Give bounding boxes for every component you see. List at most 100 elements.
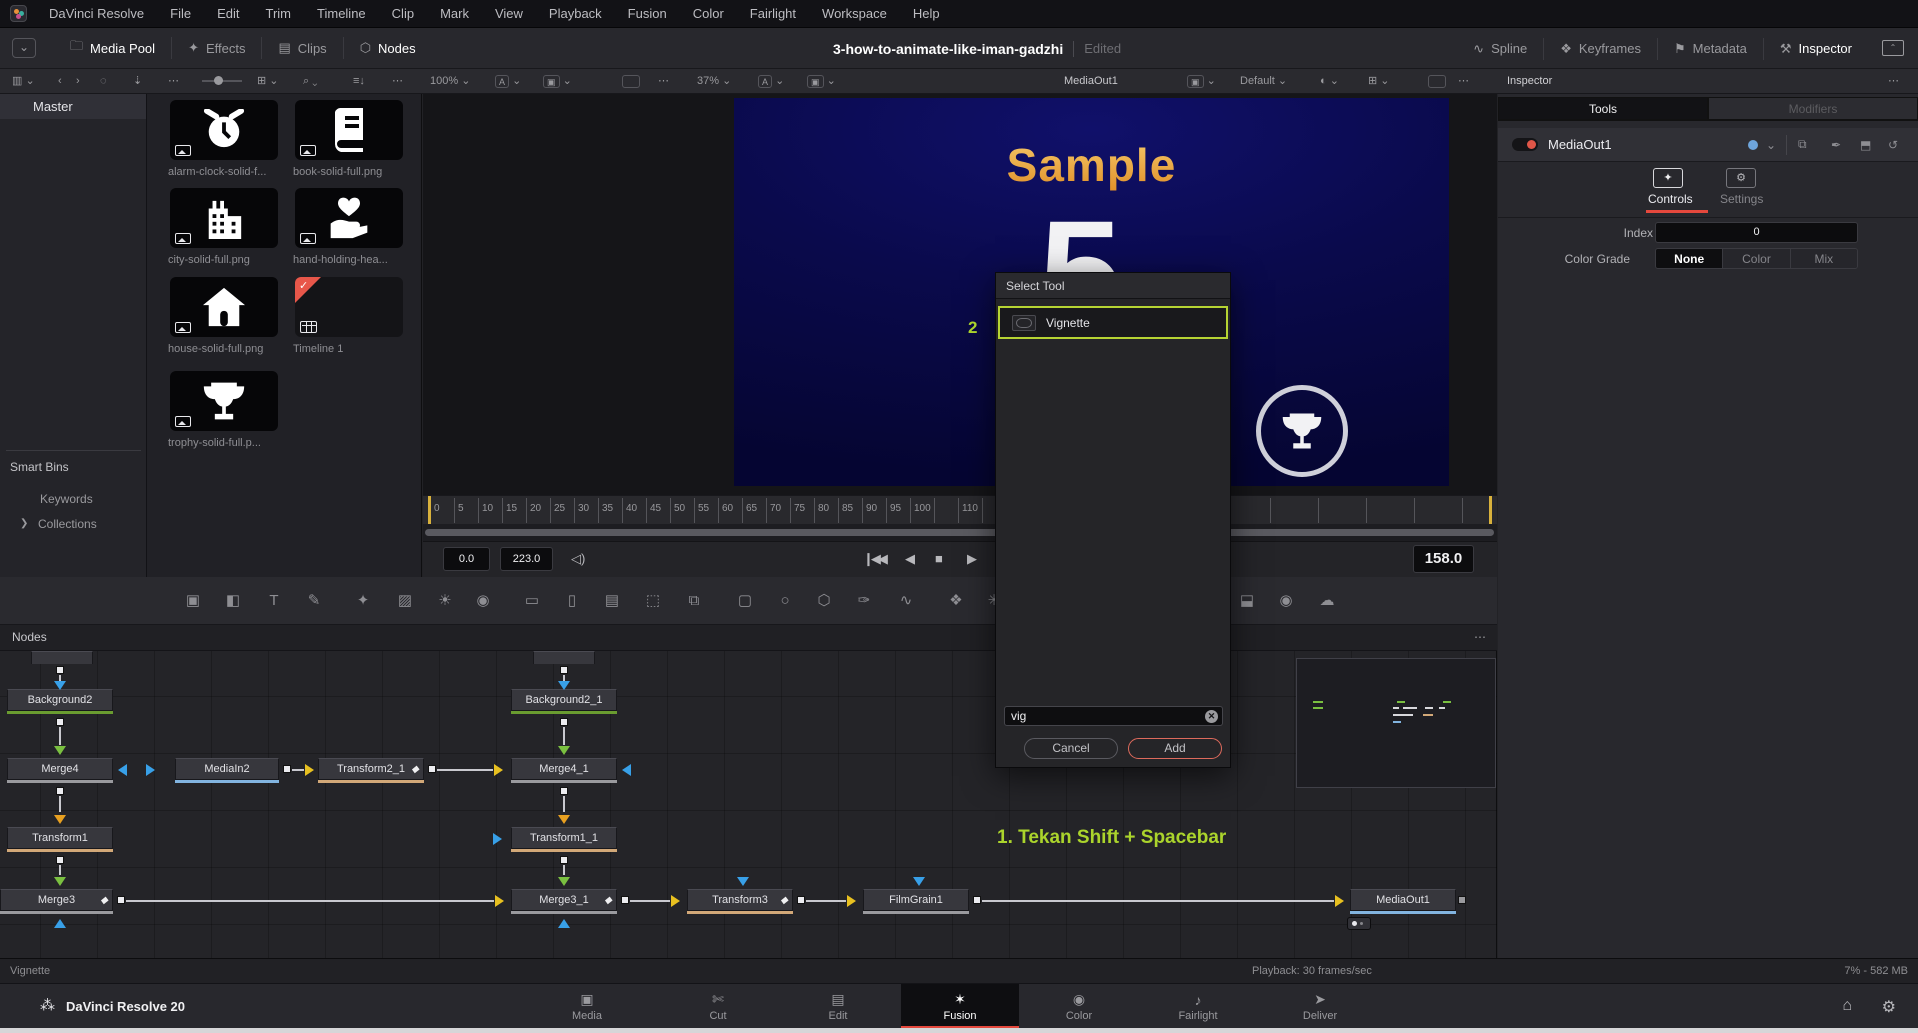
- layers-tool-icon[interactable]: ⧉: [682, 589, 706, 613]
- add-button[interactable]: Add: [1128, 738, 1222, 759]
- menu-workspace[interactable]: Workspace: [809, 0, 900, 28]
- flourish-tool-icon[interactable]: ❖: [944, 589, 968, 613]
- page-tab-edit[interactable]: ▤Edit: [790, 984, 886, 1029]
- mask-view-icon[interactable]: ⬓: [1235, 589, 1259, 613]
- paint-tool-icon[interactable]: ✎: [302, 589, 326, 613]
- light-tool-icon[interactable]: ☀: [433, 589, 457, 613]
- bin-master[interactable]: Master: [0, 94, 146, 119]
- media-item-city[interactable]: [170, 188, 278, 248]
- nodes-more-icon[interactable]: ⋯: [1474, 630, 1486, 644]
- rectangle-mask-icon[interactable]: ▢: [733, 589, 757, 613]
- media-item-trophy[interactable]: [170, 371, 278, 431]
- relink-icon[interactable]: ◌: [100, 69, 107, 93]
- audio-mute-icon[interactable]: ◁): [571, 551, 585, 567]
- mediapool-more-icon[interactable]: ⋯: [392, 69, 403, 93]
- stack-tool-icon[interactable]: ▤: [600, 589, 624, 613]
- app-logo-icon[interactable]: [10, 5, 27, 22]
- window1-tool-icon[interactable]: ▭: [520, 589, 544, 613]
- viewer-blank-left-icon[interactable]: [622, 69, 640, 93]
- menu-trim[interactable]: Trim: [253, 0, 305, 28]
- toolbar-button-inspector[interactable]: ⚒Inspector: [1764, 28, 1868, 69]
- clear-search-icon[interactable]: ✕: [1205, 710, 1218, 723]
- import-media-icon[interactable]: ⇣: [133, 69, 142, 93]
- stop-button[interactable]: ■: [935, 551, 943, 566]
- toolbar-button-keyframes[interactable]: ❖Keyframes: [1544, 28, 1657, 69]
- media-item-timeline[interactable]: ✓: [295, 277, 403, 337]
- node-enable-toggle[interactable]: [1512, 138, 1538, 151]
- node-color-dot[interactable]: [1748, 140, 1758, 150]
- media-item-hand-heart[interactable]: [295, 188, 403, 248]
- back-icon[interactable]: ‹: [58, 69, 62, 93]
- lock-icon[interactable]: ⬒: [1860, 138, 1871, 152]
- toolbar-button-effects[interactable]: ✦Effects: [172, 28, 261, 69]
- cloud-icon[interactable]: ☁: [1315, 589, 1339, 613]
- collections-item[interactable]: Collections: [38, 517, 97, 531]
- polygon-mask-icon[interactable]: ⬡: [812, 589, 836, 613]
- page-tab-deliver[interactable]: ➤Deliver: [1272, 984, 1368, 1029]
- trophy-circle-button[interactable]: [1256, 385, 1348, 477]
- image-tool-icon[interactable]: ▣: [181, 589, 205, 613]
- horizontal-scrollbar[interactable]: [425, 529, 1494, 536]
- menu-help[interactable]: Help: [900, 0, 953, 28]
- proxy-mode-select[interactable]: Default ⌄: [1240, 69, 1287, 93]
- media-item-alarm-clock[interactable]: [170, 100, 278, 160]
- toolbar-button-clips[interactable]: ▤Clips: [262, 28, 342, 69]
- subtab-controls[interactable]: Controls: [1648, 192, 1693, 206]
- menu-fusion[interactable]: Fusion: [615, 0, 680, 28]
- menu-file[interactable]: File: [157, 0, 204, 28]
- settings-gear-icon[interactable]: ⚙: [1882, 997, 1896, 1017]
- blur-tool-icon[interactable]: ◉: [471, 589, 495, 613]
- node-minimap[interactable]: [1296, 658, 1496, 788]
- node-color-chevron-icon[interactable]: ⌄: [1766, 138, 1776, 152]
- reset-icon[interactable]: ↺: [1888, 138, 1898, 152]
- search-icon[interactable]: ⌕ ⌄: [303, 69, 317, 93]
- page-tab-fairlight[interactable]: ♪Fairlight: [1150, 984, 1246, 1029]
- toolbar-button-metadata[interactable]: ⚑Metadata: [1658, 28, 1763, 69]
- viewer-right-more-icon[interactable]: ⋯: [1458, 69, 1469, 93]
- blend-tool-icon[interactable]: ◧: [221, 589, 245, 613]
- toolbar-button-spline[interactable]: ∿Spline: [1457, 28, 1543, 69]
- wave-tool-icon[interactable]: ∿: [894, 589, 918, 613]
- tool-search-input[interactable]: vig ✕: [1004, 706, 1223, 726]
- text-tool-icon[interactable]: T: [262, 589, 286, 613]
- node-graph[interactable]: [0, 651, 1497, 958]
- index-input[interactable]: 0: [1655, 222, 1858, 243]
- menu-view[interactable]: View: [482, 0, 536, 28]
- quick-export-chevron[interactable]: ⌄: [12, 38, 36, 58]
- page-tab-media[interactable]: ▣Media: [539, 984, 635, 1029]
- eye-icon[interactable]: ◉: [1274, 589, 1298, 613]
- menu-timeline[interactable]: Timeline: [304, 0, 379, 28]
- thumb-size-handle[interactable]: [214, 76, 223, 85]
- media-item-house[interactable]: [170, 277, 278, 337]
- binlist-toggle-icon[interactable]: ▥ ⌄: [12, 69, 35, 93]
- media-item-book[interactable]: [295, 100, 403, 160]
- viewer-source-icon[interactable]: ▣ ⌄: [1187, 69, 1216, 93]
- keywords-item[interactable]: Keywords: [40, 492, 93, 506]
- color-grade-mix[interactable]: Mix: [1791, 249, 1857, 268]
- viewer-zoom-right[interactable]: 37% ⌄: [697, 69, 731, 93]
- timecode-duration[interactable]: 223.0: [500, 547, 553, 571]
- toolbar-button-nodes[interactable]: ⬡Nodes: [344, 28, 432, 69]
- menu-mark[interactable]: Mark: [427, 0, 482, 28]
- cancel-button[interactable]: Cancel: [1024, 738, 1118, 759]
- pattern-tool-icon[interactable]: ▨: [393, 589, 417, 613]
- bin-options-icon[interactable]: ⋯: [168, 69, 179, 93]
- menu-edit[interactable]: Edit: [204, 0, 252, 28]
- viewer-display-left-icon[interactable]: ▣ ⌄: [543, 69, 572, 93]
- panel-layout-icon[interactable]: ⌃: [1882, 40, 1904, 56]
- inspector-more-icon[interactable]: ⋯: [1888, 69, 1899, 93]
- smart-bins-label[interactable]: Smart Bins: [10, 460, 69, 474]
- copy-settings-icon[interactable]: ⧉: [1798, 137, 1807, 152]
- particles-tool-icon[interactable]: ✦: [351, 589, 375, 613]
- page-tab-cut[interactable]: ✄Cut: [670, 984, 766, 1029]
- monitor-tool-icon[interactable]: ⬚: [641, 589, 665, 613]
- timecode-start[interactable]: 0.0: [443, 547, 490, 571]
- menu-color[interactable]: Color: [680, 0, 737, 28]
- menu-davinci-resolve[interactable]: DaVinci Resolve: [36, 0, 157, 28]
- menu-fairlight[interactable]: Fairlight: [737, 0, 809, 28]
- ellipse-mask-icon[interactable]: ○: [773, 589, 797, 613]
- toolbar-button-media-pool[interactable]: 🗀Media Pool: [54, 28, 171, 69]
- project-home-icon[interactable]: ⌂: [1842, 997, 1852, 1015]
- viewer-left-more-icon[interactable]: ⋯: [658, 69, 669, 93]
- step-back-button[interactable]: ◀: [905, 551, 915, 567]
